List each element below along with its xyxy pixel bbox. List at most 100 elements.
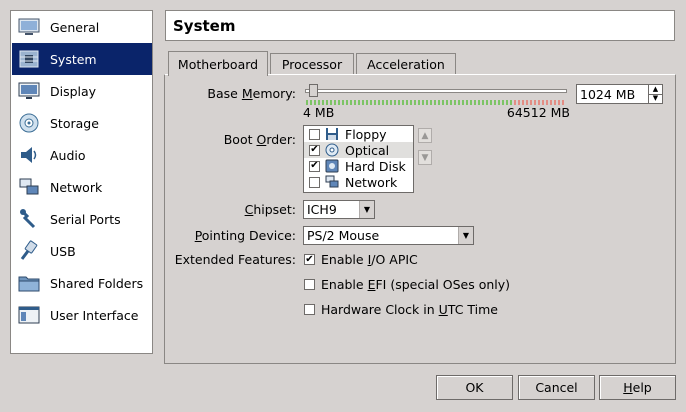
efi-checkbox[interactable] — [304, 279, 315, 290]
chevron-down-icon[interactable]: ▼ — [359, 201, 374, 218]
slider-tick — [354, 100, 356, 105]
slider-tick — [438, 100, 440, 105]
sidebar-item-user-interface[interactable]: User Interface — [12, 299, 152, 331]
slider-tick — [442, 100, 444, 105]
base-memory-spinbox[interactable]: 1024 MB ▲ ▼ — [576, 84, 663, 104]
network-icon — [325, 175, 339, 189]
sidebar-item-label: Storage — [50, 115, 99, 131]
boot-item-optical[interactable]: ✔ Optical — [304, 142, 413, 158]
slider-tick — [394, 100, 396, 105]
floppy-icon — [325, 127, 339, 141]
move-down-icon[interactable]: ▼ — [418, 150, 432, 165]
sidebar-item-network[interactable]: Network — [12, 171, 152, 203]
tab-processor[interactable]: Processor — [270, 53, 354, 75]
utc-clock-checkbox-row[interactable]: Hardware Clock in UTC Time — [304, 302, 498, 317]
slider-tick — [466, 100, 468, 105]
base-memory-slider-handle[interactable] — [309, 84, 318, 97]
boot-checkbox[interactable] — [309, 176, 320, 188]
slider-tick — [406, 100, 408, 105]
hard-disk-icon — [325, 159, 339, 173]
sidebar-item-shared-folders[interactable]: Shared Folders — [12, 267, 152, 299]
io-apic-label: Enable I/O APIC — [321, 252, 418, 267]
sidebar-item-label: System — [50, 51, 97, 67]
storage-icon — [18, 112, 40, 134]
sidebar-item-usb[interactable]: USB — [12, 235, 152, 267]
utc-clock-label: Hardware Clock in UTC Time — [321, 302, 498, 317]
efi-checkbox-row[interactable]: Enable EFI (special OSes only) — [304, 277, 510, 292]
base-memory-value[interactable]: 1024 MB — [577, 87, 648, 102]
tab-label: Processor — [281, 57, 343, 72]
tab-label: Acceleration — [367, 57, 445, 72]
slider-tick — [378, 100, 380, 105]
sidebar-item-label: USB — [50, 243, 76, 259]
base-memory-slider-track[interactable] — [305, 89, 567, 93]
chevron-down-icon[interactable]: ▼ — [458, 227, 473, 244]
slider-tick — [414, 100, 416, 105]
tab-label: Motherboard — [177, 56, 259, 72]
sidebar-item-display[interactable]: Display — [12, 75, 152, 107]
extended-features-label: Extended Features: — [174, 252, 296, 267]
boot-item-label: Hard Disk — [345, 158, 406, 174]
sidebar-item-label: Serial Ports — [50, 211, 121, 227]
settings-sidebar: General System Display Storage Audio Net… — [10, 10, 153, 354]
slider-tick — [462, 100, 464, 105]
pointing-device-value: PS/2 Mouse — [307, 228, 380, 243]
spin-up-icon[interactable]: ▲ — [649, 85, 662, 94]
pointing-device-label: Pointing Device: — [194, 228, 296, 243]
chipset-value: ICH9 — [307, 202, 337, 217]
page-title: System — [173, 16, 236, 35]
boot-checkbox[interactable]: ✔ — [309, 144, 320, 156]
sidebar-item-label: Network — [50, 179, 103, 195]
slider-tick — [454, 100, 456, 105]
boot-item-floppy[interactable]: Floppy — [304, 126, 413, 142]
efi-label: Enable EFI (special OSes only) — [321, 277, 511, 292]
sidebar-item-system[interactable]: System — [12, 43, 152, 75]
tab-motherboard[interactable]: Motherboard — [168, 51, 268, 76]
slider-tick — [458, 100, 460, 105]
cancel-button[interactable]: Cancel — [518, 375, 595, 400]
tab-acceleration[interactable]: Acceleration — [356, 53, 456, 75]
slider-tick — [450, 100, 452, 105]
base-memory-min-label: 4 MB — [303, 105, 335, 120]
move-up-icon[interactable]: ▲ — [418, 128, 432, 143]
sidebar-item-serial-ports[interactable]: Serial Ports — [12, 203, 152, 235]
help-button[interactable]: Help — [599, 375, 676, 400]
io-apic-checkbox-row[interactable]: ✔ Enable I/O APIC — [304, 252, 418, 267]
user-interface-icon — [18, 304, 40, 326]
slider-tick — [334, 100, 336, 105]
network-icon — [18, 176, 40, 198]
slider-tick — [358, 100, 360, 105]
slider-tick — [366, 100, 368, 105]
chipset-select[interactable]: ICH9 ▼ — [303, 200, 375, 219]
general-icon — [18, 16, 40, 38]
slider-tick — [382, 100, 384, 105]
utc-clock-checkbox[interactable] — [304, 304, 315, 315]
slider-tick — [390, 100, 392, 105]
base-memory-label: Base Memory: — [207, 86, 296, 101]
ok-button[interactable]: OK — [436, 375, 513, 400]
pointing-device-select[interactable]: PS/2 Mouse ▼ — [303, 226, 474, 245]
system-icon — [18, 48, 40, 70]
slider-tick — [386, 100, 388, 105]
boot-item-hard-disk[interactable]: ✔ Hard Disk — [304, 158, 413, 174]
slider-tick — [430, 100, 432, 105]
io-apic-checkbox[interactable]: ✔ — [304, 254, 315, 265]
slider-tick — [426, 100, 428, 105]
slider-tick — [410, 100, 412, 105]
sidebar-item-audio[interactable]: Audio — [12, 139, 152, 171]
sidebar-item-general[interactable]: General — [12, 11, 152, 43]
boot-checkbox[interactable]: ✔ — [309, 160, 320, 172]
slider-tick — [398, 100, 400, 105]
spin-down-icon[interactable]: ▼ — [649, 93, 662, 104]
boot-item-network[interactable]: Network — [304, 174, 413, 190]
boot-checkbox[interactable] — [309, 128, 320, 140]
slider-tick — [338, 100, 340, 105]
boot-order-list[interactable]: Floppy ✔ Optical ✔ Hard Disk Network — [303, 125, 414, 193]
shared-folders-icon — [18, 272, 40, 294]
display-icon — [18, 80, 40, 102]
slider-tick — [434, 100, 436, 105]
sidebar-item-storage[interactable]: Storage — [12, 107, 152, 139]
sidebar-item-label: Shared Folders — [50, 275, 144, 291]
page-title-box: System — [165, 10, 675, 41]
base-memory-max-label: 64512 MB — [506, 105, 570, 120]
